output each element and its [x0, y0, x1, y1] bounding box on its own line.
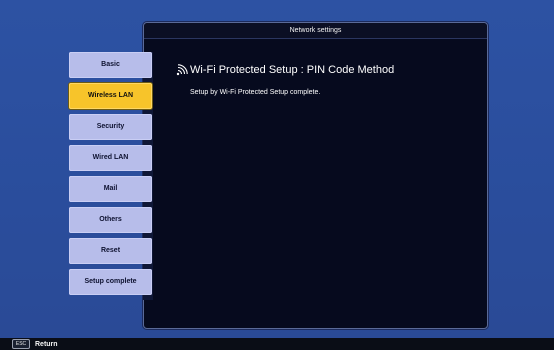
status-message: Setup by Wi-Fi Protected Setup complete.	[190, 89, 321, 96]
sidebar-item-mail[interactable]: Mail	[69, 176, 152, 202]
sidebar-item-reset[interactable]: Reset	[69, 238, 152, 264]
sidebar-item-wired-lan[interactable]: Wired LAN	[69, 145, 152, 171]
sidebar-item-security[interactable]: Security	[69, 114, 152, 140]
return-label: Return	[35, 340, 58, 348]
content-heading-text: Wi-Fi Protected Setup : PIN Code Method	[190, 64, 395, 76]
sidebar-item-basic[interactable]: Basic	[69, 52, 152, 78]
esc-key[interactable]: ESC	[12, 339, 30, 349]
sidebar-item-wireless-lan[interactable]: Wireless LAN	[69, 83, 152, 109]
sidebar-item-others[interactable]: Others	[69, 207, 152, 233]
panel-title: Network settings	[144, 23, 487, 39]
sidebar-item-setup-complete[interactable]: Setup complete	[69, 269, 152, 295]
content-heading: Wi-Fi Protected Setup : PIN Code Method	[176, 63, 394, 77]
projector-screen: Network settings Basic Wireless LAN Secu…	[0, 0, 554, 338]
statusbar: ESC Return	[0, 338, 554, 350]
wifi-signal-icon	[176, 64, 188, 76]
